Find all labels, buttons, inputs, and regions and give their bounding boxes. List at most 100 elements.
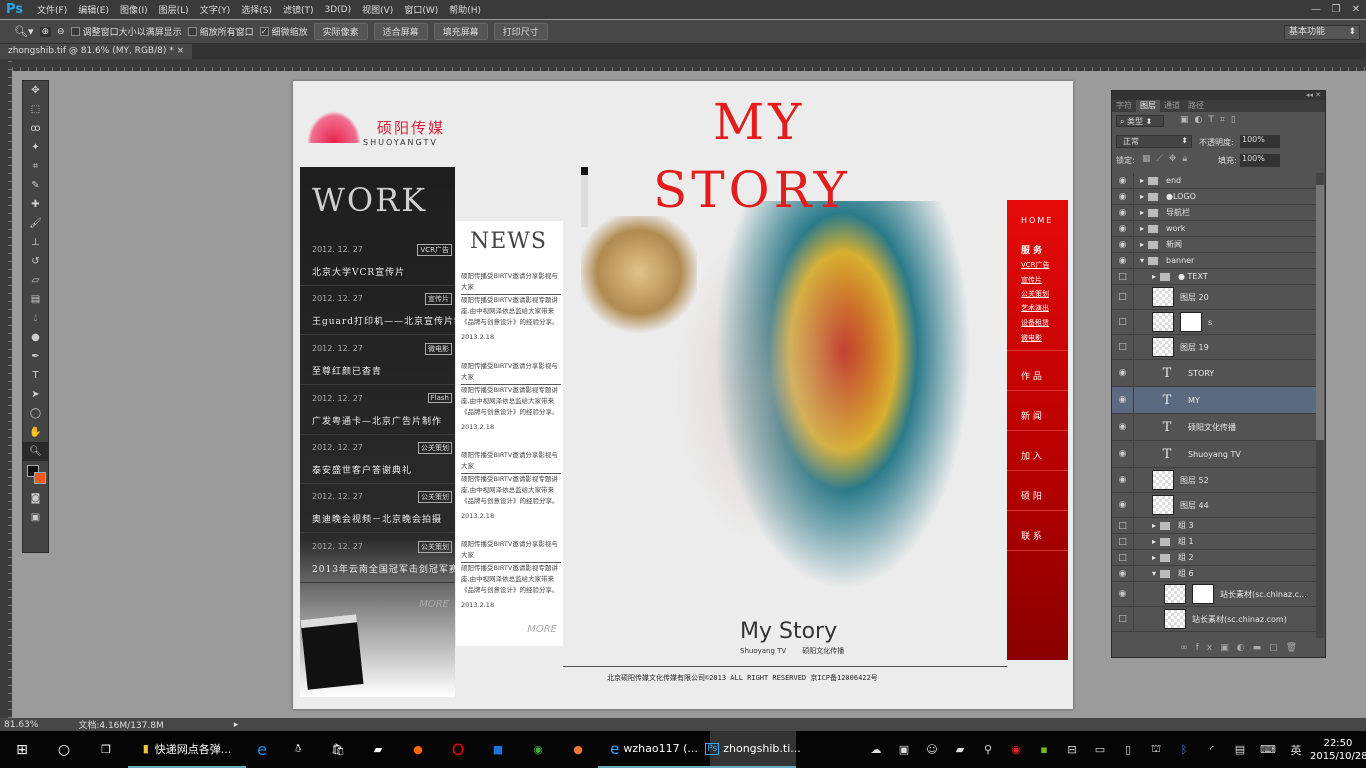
healing-brush-icon[interactable]: ✚ (23, 195, 48, 214)
zoom-level[interactable]: 81.63% (4, 720, 38, 730)
layer-row[interactable]: □ 图层 19 (1112, 335, 1317, 360)
eye-icon[interactable]: ◉ (1112, 360, 1134, 386)
expand-arrow-icon[interactable]: ▸ (1152, 521, 1156, 530)
print-size-button[interactable]: 打印尺寸 (493, 23, 548, 40)
actual-pixels-button[interactable]: 实际像素 (313, 23, 368, 40)
hidden-visibility-box[interactable]: □ (1112, 269, 1134, 284)
tray-tool-icon[interactable]: ▰ (946, 743, 974, 756)
menu-type[interactable]: 文字(Y) (200, 3, 231, 16)
menu-file[interactable]: 文件(F) (37, 3, 67, 16)
status-menu-arrow-icon[interactable]: ▸ (234, 720, 239, 730)
opera-icon[interactable]: O (438, 731, 478, 768)
crop-tool-icon[interactable]: ⌗ (23, 157, 48, 176)
opacity-field[interactable]: 100% (1240, 135, 1280, 148)
magic-wand-icon[interactable]: ✦ (23, 138, 48, 157)
gradient-tool-icon[interactable]: ▤ (23, 290, 48, 309)
eye-icon[interactable]: ◉ (1112, 468, 1134, 492)
marquee-tool-icon[interactable]: ⬚ (23, 100, 48, 119)
work-item[interactable]: 2012. 12. 27 公关策划 泰安盛世客户答谢典礼 (300, 435, 455, 484)
work-item[interactable]: 2012. 12. 27 VCR广告 北京大学VCR宣传片 (300, 237, 455, 286)
expand-arrow-icon[interactable]: ▸ (1152, 537, 1156, 546)
edge-icon[interactable]: e (246, 731, 278, 768)
menu-filter[interactable]: 滤镜(T) (283, 3, 314, 16)
store-icon[interactable]: 🛍︎ (318, 731, 358, 768)
tab-character[interactable]: 字符 (1112, 100, 1136, 112)
layer-row[interactable]: ◉ T MY (1112, 387, 1317, 414)
pen-tool-icon[interactable]: ✒ (23, 347, 48, 366)
menu-select[interactable]: 选择(S) (241, 3, 272, 16)
restore-icon[interactable]: ❐ (1326, 3, 1346, 17)
eye-icon[interactable]: ◉ (1112, 493, 1134, 517)
work-item[interactable]: 2012. 12. 27 公关策划 奥迪晚会视频－北京晚会拍摄 (300, 484, 455, 533)
keyboard-icon[interactable]: ⌨ (1254, 743, 1282, 756)
news-item[interactable]: 硕阳传播受BIRTV邀请分享影视与大家 硕阳传播受BIRTV邀请影视专题讲座,由中… (461, 450, 561, 522)
layer-row[interactable]: □ ▸ 组 1 (1112, 534, 1317, 550)
taskbar-photoshop[interactable]: Ps zhongshib.ti... (705, 731, 801, 768)
layer-row[interactable]: ◉ ▸ ●LOGO (1112, 189, 1317, 205)
zoom-tool-icon[interactable]: 🔍︎▾ (14, 25, 34, 38)
battery-icon[interactable]: ▯ (1114, 743, 1142, 756)
tray-lock-icon[interactable]: ⛫ (1142, 742, 1170, 757)
expand-arrow-icon[interactable]: ▸ (1140, 208, 1144, 217)
fill-screen-button[interactable]: 填充屏幕 (433, 23, 488, 40)
eraser-icon[interactable]: ▱ (23, 271, 48, 290)
clone-stamp-icon[interactable]: ⊥ (23, 233, 48, 252)
expand-arrow-icon[interactable]: ▸ (1140, 224, 1144, 233)
eye-icon[interactable]: ◉ (1112, 173, 1134, 188)
layer-row[interactable]: ◉ 图层 52 (1112, 468, 1317, 493)
tray-app-icon[interactable]: ▣ (890, 743, 918, 756)
path-select-icon[interactable]: ➤ (23, 385, 48, 404)
hidden-visibility-box[interactable]: □ (1112, 518, 1134, 533)
resize-windows-checkbox[interactable]: 调整窗口大小以满屏显示 (70, 25, 182, 38)
eye-icon[interactable]: ◉ (1112, 189, 1134, 204)
layer-row[interactable]: ◉ T 硕阳文化传播 (1112, 414, 1317, 441)
expand-arrow-icon[interactable]: ▸ (1140, 176, 1144, 185)
chrome-icon[interactable]: ◉ (518, 731, 558, 768)
brush-tool-icon[interactable]: 🖌︎ (23, 214, 48, 233)
lock-icons[interactable]: ▦⟋✥🔒︎ (1142, 154, 1193, 164)
panel-collapse-icon[interactable]: ◂◂ ✕ (1112, 91, 1325, 100)
expand-arrow-icon[interactable]: ▸ (1140, 240, 1144, 249)
antivirus-icon[interactable]: ◉ (1002, 743, 1030, 756)
tab-channels[interactable]: 通道 (1160, 100, 1184, 112)
eye-icon[interactable]: ◉ (1112, 387, 1134, 413)
taskbar-explorer[interactable]: ▮ 快递网点各弹... (128, 731, 246, 768)
eye-icon[interactable]: ◉ (1112, 566, 1134, 581)
nav-news[interactable]: 新 闻 (1007, 409, 1068, 422)
hidden-visibility-box[interactable]: □ (1112, 310, 1134, 334)
menu-layer[interactable]: 图层(L) (159, 3, 189, 16)
tray-window-icon[interactable]: ⊟ (1058, 743, 1086, 756)
eyedropper-icon[interactable]: ✎ (23, 176, 48, 195)
menu-window[interactable]: 窗口(W) (404, 3, 438, 16)
onedrive-icon[interactable]: ☁ (862, 743, 890, 756)
tab-close-icon[interactable]: × (177, 46, 185, 56)
type-tool-icon[interactable]: T (23, 366, 48, 385)
zoom-in-icon[interactable]: ⊕ (39, 26, 52, 37)
wifi-icon[interactable]: ◜ (1198, 743, 1226, 756)
hand-tool-icon[interactable]: ✋ (23, 423, 48, 442)
zoom-out-icon[interactable]: ⊖ (57, 27, 65, 37)
zoom-all-windows-checkbox[interactable]: 缩放所有窗口 (187, 25, 254, 38)
workspace-select[interactable]: 基本功能 ⬍ (1284, 25, 1360, 40)
layer-row[interactable]: ◉ 图层 44 (1112, 493, 1317, 518)
layer-row[interactable]: □ 站长素材(sc.chinaz.com) (1112, 607, 1317, 632)
fit-screen-button[interactable]: 适合屏幕 (373, 23, 428, 40)
hidden-visibility-box[interactable]: □ (1112, 335, 1134, 359)
menu-help[interactable]: 帮助(H) (449, 3, 481, 16)
hidden-visibility-box[interactable]: □ (1112, 534, 1134, 549)
task-view-icon[interactable]: ❐ (84, 731, 128, 768)
document-tab[interactable]: zhongshib.tif @ 81.6% (MY, RGB/8) * × (0, 44, 193, 59)
menu-image[interactable]: 图像(I) (120, 3, 148, 16)
ime-indicator[interactable]: 英 (1282, 742, 1310, 758)
eye-icon[interactable]: ◉ (1112, 414, 1134, 440)
browser-icon[interactable]: ● (558, 731, 598, 768)
minimize-icon[interactable]: — (1306, 3, 1326, 17)
slider-indicator[interactable] (581, 167, 588, 227)
move-tool-icon[interactable]: ✥ (23, 81, 48, 100)
expand-arrow-icon[interactable]: ▾ (1152, 569, 1156, 578)
nav-home[interactable]: HOME (1007, 216, 1068, 225)
taskbar-ie[interactable]: e wzhao117 (... (598, 731, 710, 768)
eye-icon[interactable]: ◉ (1112, 582, 1134, 606)
eye-icon[interactable]: ◉ (1112, 253, 1134, 268)
bluetooth-icon[interactable]: ᛒ (1170, 743, 1198, 756)
